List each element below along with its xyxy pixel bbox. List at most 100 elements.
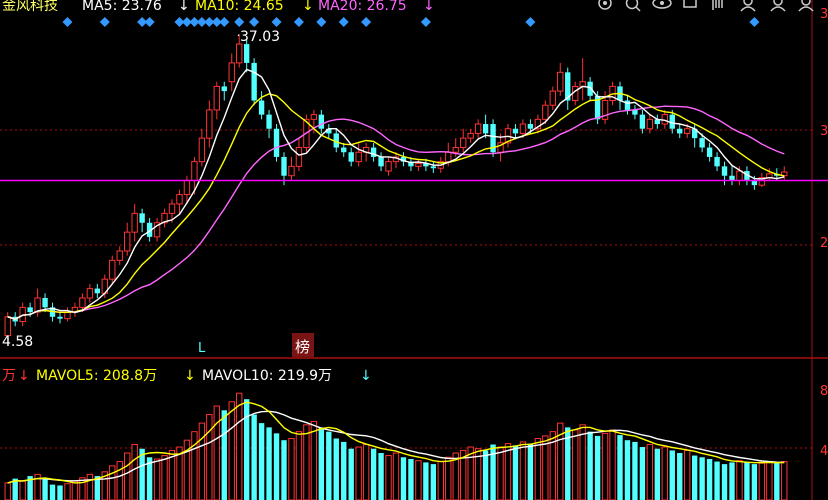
volume-bar — [504, 443, 512, 500]
volume-bar — [527, 443, 534, 500]
ma5-arrow: ↓ — [178, 0, 190, 14]
volume-bar — [4, 482, 11, 500]
volume-bar — [131, 443, 138, 500]
candle-body — [684, 128, 691, 134]
volume-bar — [213, 405, 220, 500]
candle-body — [281, 156, 287, 176]
signal-marker-label: L — [198, 341, 206, 356]
volume-bar — [482, 450, 489, 500]
candle-body — [355, 151, 362, 163]
vol-arrow: ↓ — [18, 368, 30, 384]
volume-bar — [333, 438, 339, 500]
candle-body — [549, 90, 556, 106]
volume-bar — [362, 443, 370, 500]
candle-body — [378, 156, 384, 167]
volume-bar — [714, 461, 720, 500]
candle-body — [318, 114, 325, 129]
mavol10-arrow: ↓ — [360, 368, 372, 384]
candle-body — [677, 128, 683, 134]
candle-body — [139, 213, 145, 223]
candle-body — [221, 86, 227, 92]
volume-bar — [86, 473, 94, 500]
candle-body — [94, 288, 101, 294]
candle-body — [131, 212, 138, 233]
high-price-label: 37.03 — [240, 29, 280, 45]
candle-body — [348, 152, 354, 162]
candle-body — [557, 71, 564, 92]
volume-bar — [288, 437, 295, 500]
volume-bar — [646, 443, 654, 500]
axis-tick: 3 — [820, 7, 828, 22]
candle-body — [467, 132, 474, 139]
candle-body — [64, 311, 71, 320]
volume-bar — [736, 460, 743, 500]
volume-bar — [721, 464, 728, 500]
volume-bar — [729, 462, 735, 500]
ma5-label: MA5: 23.76 — [82, 0, 162, 14]
volume-bar — [109, 465, 116, 500]
rank-badge[interactable]: 榜 — [295, 338, 310, 356]
volume-bar — [71, 480, 79, 500]
volume-bar — [774, 462, 780, 500]
volume-bar — [57, 485, 63, 500]
candle-body — [124, 231, 131, 252]
volume-bar — [355, 446, 362, 500]
candle-body — [542, 104, 549, 120]
volume-bar — [677, 453, 683, 500]
volume-bar — [632, 441, 638, 500]
volume-bar — [236, 392, 243, 500]
axis-tick: 8 — [820, 384, 828, 399]
volume-bar — [766, 461, 773, 500]
candle-body — [452, 147, 459, 153]
volume-bar — [542, 435, 549, 500]
volume-bar — [370, 448, 377, 500]
volume-bar — [303, 424, 310, 500]
candle-body — [228, 62, 235, 83]
volume-bar — [751, 464, 758, 500]
volume-bar — [587, 431, 593, 500]
volume-bar — [669, 450, 675, 500]
volume-bar — [198, 422, 206, 500]
volume-bar — [654, 448, 661, 500]
mavol5-label: MAVOL5: 208.8万 — [36, 368, 157, 384]
volume-bar — [624, 440, 631, 500]
volume-bar — [124, 452, 131, 500]
candle-body — [258, 100, 265, 115]
candle-body — [706, 147, 713, 157]
volume-bar — [243, 399, 250, 500]
volume-bar — [684, 449, 691, 500]
volume-bar — [281, 440, 287, 500]
candle-body — [310, 114, 318, 120]
ma10-arrow: ↓ — [302, 0, 314, 14]
candle-body — [183, 179, 191, 196]
volume-bar — [251, 414, 257, 500]
candle-body — [474, 123, 482, 134]
volume-bar — [706, 458, 713, 500]
volume-bar — [423, 462, 429, 500]
ma10-label: MA10: 24.65 — [195, 0, 284, 14]
candle-body — [415, 163, 422, 167]
candle-body — [27, 307, 33, 313]
volume-bar — [228, 401, 235, 500]
candle-body — [736, 170, 743, 181]
candle-body — [512, 128, 519, 134]
volume-bar — [490, 444, 496, 500]
candle-body — [168, 203, 176, 214]
candle-body — [213, 85, 220, 111]
candle-body — [295, 147, 303, 167]
volume-bar — [153, 458, 161, 500]
stock-chart-canvas[interactable]: 金风科技 MA5: 23.76 ↓ MA10: 24.65 ↓ MA20: 26… — [0, 0, 828, 500]
candle-body — [430, 166, 437, 169]
volume-bar — [744, 462, 750, 500]
candle-body — [191, 161, 198, 181]
volume-bar — [519, 441, 527, 500]
volume-bar — [258, 423, 265, 500]
volume-bar — [408, 458, 414, 500]
volume-bar — [318, 427, 325, 500]
axis-tick: 4 — [820, 444, 828, 459]
ma20-arrow: ↓ — [423, 0, 435, 14]
candle-body — [273, 128, 280, 157]
volume-bar — [661, 446, 668, 500]
volume-bar — [430, 464, 437, 500]
volume-bar — [437, 461, 444, 500]
